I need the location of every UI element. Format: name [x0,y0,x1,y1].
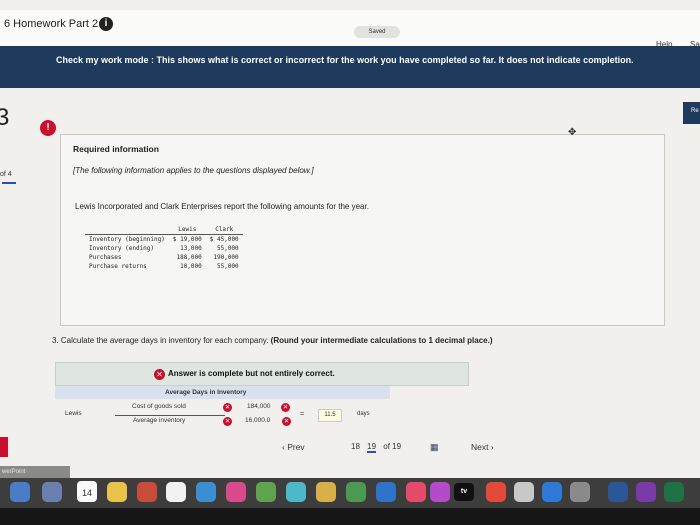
music-app-icon[interactable] [226,482,246,502]
safari-icon[interactable] [514,482,534,502]
mouse-cursor-icon: ✥ [568,127,577,138]
desk-surface [0,508,700,525]
page-19[interactable]: 19 [367,442,377,453]
next-label: Next [471,442,489,452]
page-count: of 19 [383,442,402,451]
answer-table: Average Days in Inventory Lewis Cost of … [55,386,390,430]
table-row: Inventory (ending) 13,000 55,000 [85,244,243,253]
fraction-bar [115,415,225,416]
excel-icon[interactable] [664,482,684,502]
clark-value: 55,000 [216,263,239,270]
equals-sign: = [300,411,305,418]
photos-icon[interactable] [166,482,186,502]
answer-table-header: Average Days in Inventory [55,386,390,399]
question-number: 3 [0,104,10,131]
reminders-icon[interactable] [137,482,157,502]
intro-text: Lewis Incorporated and Clark Enterprises… [75,202,369,211]
banner-text: Check my work mode : This shows what is … [56,55,634,65]
keynote-icon[interactable] [376,482,396,502]
next-button[interactable]: Next › [471,442,494,452]
row-label: Inventory (ending) [89,245,155,252]
lewis-value: 188,000 [176,254,202,261]
page-numbers: 18 19 of 19 [351,442,406,453]
row-label: Purchases [89,254,122,261]
zoom-icon[interactable] [636,482,656,502]
references-button[interactable]: Re [683,102,700,124]
apple-tv-icon[interactable]: tv [454,483,474,501]
error-x-icon: ✕ [282,417,291,426]
finder-icon[interactable] [10,482,30,502]
calendar-icon[interactable]: 14 [77,481,97,502]
numerator-input[interactable]: 184,000 [247,403,271,410]
app-store-icon[interactable] [196,482,216,502]
column-header: Lewis [168,225,206,235]
browser-screen: 6 Homework Part 2 i Saved Help Sa Check … [0,0,700,490]
pages-icon[interactable] [316,482,336,502]
table-row: Inventory (beginning) $ 19,000 $ 45,000 [85,235,243,245]
denominator-label: Average inventory [133,417,186,424]
question-text: 3. Calculate the average days in invento… [52,336,492,345]
powerpoint-strip: werPoint [0,466,70,478]
table-row: Purchase returns 10,000 55,000 [85,262,243,271]
clark-value: 190,000 [213,254,239,261]
clark-value: 55,000 [216,245,239,252]
side-tab[interactable] [0,437,8,457]
facetime-icon[interactable] [286,482,306,502]
row-label: Purchase returns [89,263,147,270]
lewis-value: 13,000 [180,245,202,252]
itunes-icon[interactable] [406,482,426,502]
check-mode-banner: Check my work mode : This shows what is … [0,46,700,88]
unit-label: days [357,411,370,417]
info-icon[interactable]: i [99,17,113,31]
required-info-heading: Required information [73,144,159,154]
question-progress-bar [2,182,16,184]
warning-icon: ! [40,120,56,136]
numbers-icon[interactable] [346,482,366,502]
denominator-input[interactable]: 16,000.0 [245,417,270,424]
dock: 14 tv [0,478,700,508]
settings-gear-icon[interactable] [570,482,590,502]
answer-status-text: Answer is complete but not entirely corr… [168,369,335,378]
question-main: 3. Calculate the average days in invento… [52,336,269,345]
lewis-value: $ 19,000 [172,236,202,243]
notes-icon[interactable] [107,482,127,502]
prev-label: Prev [287,442,305,452]
numerator-label: Cost of goods sold [132,403,186,410]
saved-indicator: Saved [354,26,400,38]
answer-status-bar: ✕ Answer is complete but not entirely co… [55,362,469,386]
question-rounding-note: (Round your intermediate calculations to… [270,336,493,345]
error-x-icon: ✕ [223,403,232,412]
prev-button[interactable]: ‹ Prev [282,442,305,452]
news-icon[interactable] [486,482,506,502]
row-label: Inventory (beginning) [89,236,165,243]
company-label: Lewis [65,410,82,417]
error-x-icon: ✕ [223,417,232,426]
result-input[interactable]: 11.5 [318,409,342,422]
messages-icon[interactable] [256,482,276,502]
podcasts-icon[interactable] [430,482,450,502]
error-x-icon: ✕ [281,403,290,412]
table-corner [85,225,169,235]
top-bar: 6 Homework Part 2 i Saved Help Sa [0,10,700,49]
page-18[interactable]: 18 [351,442,360,451]
required-info-box: Required information [The following info… [60,134,665,326]
error-x-icon: ✕ [154,369,165,380]
grid-view-icon[interactable]: ▦ [430,442,439,453]
lewis-value: 10,000 [180,263,202,270]
column-header: Clark [205,225,243,235]
launchpad-icon[interactable] [42,482,62,502]
app-store-icon-2[interactable] [542,482,562,502]
amounts-table: Lewis Clark Inventory (beginning) $ 19,0… [85,225,243,271]
word-icon[interactable] [608,482,628,502]
clark-value: $ 45,000 [209,236,239,243]
required-info-note: [The following information applies to th… [73,166,314,175]
table-row: Purchases 188,000 190,000 [85,253,243,262]
answer-table-title: Average Days in Inventory [165,389,247,396]
assignment-title: 6 Homework Part 2 [4,18,99,30]
question-count: of 4 [0,171,12,178]
